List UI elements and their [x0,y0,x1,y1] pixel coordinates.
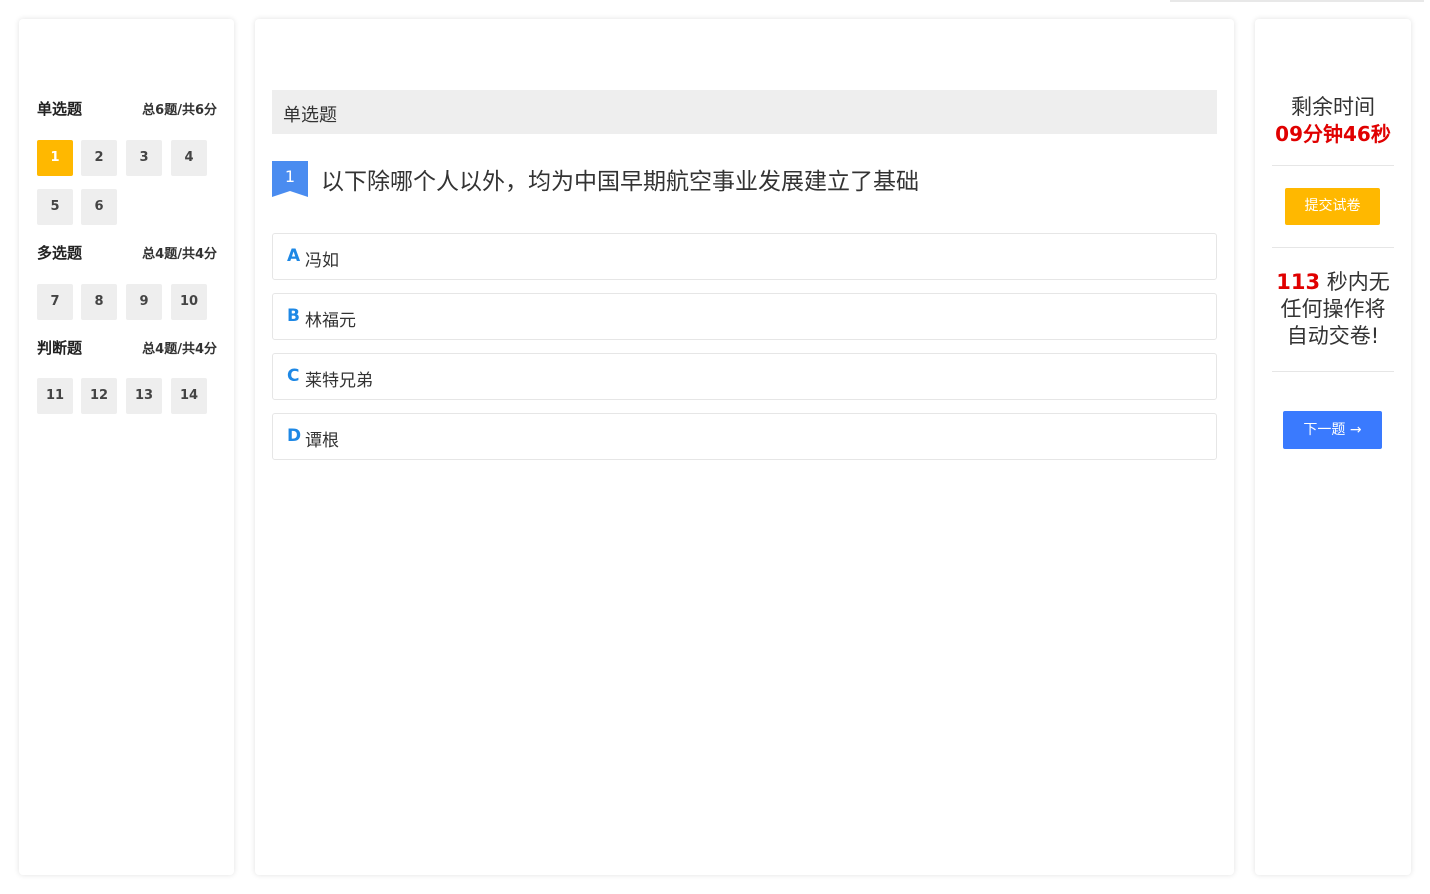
question-button-8[interactable]: 8 [81,284,117,320]
question-navigator: 单选题 总6题/共6分 1 2 3 4 5 6 多选题 总4题/共4分 7 8 … [19,19,234,875]
divider [1272,371,1394,372]
section-header-judge: 判断题 总4题/共4分 [37,337,217,359]
question-panel: 单选题 1 以下除哪个人以外，均为中国早期航空事业发展建立了基础 A 冯如 B … [255,19,1234,875]
question-type-bar: 单选题 [272,90,1217,134]
exam-sidebar: 剩余时间 09分钟46秒 提交试卷 113 秒内无任何操作将自动交卷! 下一题 … [1255,19,1411,875]
next-question-button[interactable]: 下一题 → [1283,411,1382,449]
question-button-3[interactable]: 3 [126,140,162,176]
option-text: 谭根 [305,431,339,451]
idle-seconds: 113 [1276,270,1321,294]
option-letter: C [287,366,300,386]
submit-exam-button[interactable]: 提交试卷 [1285,188,1380,225]
option-text: 冯如 [305,251,339,271]
question-button-4[interactable]: 4 [171,140,207,176]
section-title: 判断题 [37,339,83,357]
question-text: 以下除哪个人以外，均为中国早期航空事业发展建立了基础 [321,169,919,195]
divider [1272,247,1394,248]
section-title: 单选题 [37,100,83,118]
question-number-badge: 1 [272,161,308,197]
question-button-12[interactable]: 12 [81,378,117,414]
timer-value: 09分钟46秒 [1275,122,1391,146]
divider [1272,165,1394,166]
option-a[interactable]: A 冯如 [272,233,1217,280]
question-button-13[interactable]: 13 [126,378,162,414]
question-button-5[interactable]: 5 [37,189,73,225]
question-button-9[interactable]: 9 [126,284,162,320]
question-button-2[interactable]: 2 [81,140,117,176]
section-header-multi: 多选题 总4题/共4分 [37,242,217,264]
timer-label: 剩余时间 [1291,95,1375,119]
question-button-7[interactable]: 7 [37,284,73,320]
option-letter: A [287,246,301,266]
section-header-single: 单选题 总6题/共6分 [37,98,217,120]
section-count: 总4题/共4分 [142,342,217,357]
section-count: 总6题/共6分 [142,103,217,118]
option-b[interactable]: B 林福元 [272,293,1217,340]
option-text: 林福元 [305,311,356,331]
question-button-6[interactable]: 6 [81,189,117,225]
option-c[interactable]: C 莱特兄弟 [272,353,1217,400]
option-letter: D [287,426,302,446]
option-text: 莱特兄弟 [305,371,373,391]
option-letter: B [287,306,300,326]
question-button-10[interactable]: 10 [171,284,207,320]
question-button-11[interactable]: 11 [37,378,73,414]
question-button-1[interactable]: 1 [37,140,73,176]
option-d[interactable]: D 谭根 [272,413,1217,460]
idle-warning: 113 秒内无任何操作将自动交卷! [1275,269,1391,350]
question-type-label: 单选题 [283,105,337,126]
top-strip [1170,0,1424,2]
question-button-14[interactable]: 14 [171,378,207,414]
section-title: 多选题 [37,244,83,262]
section-count: 总4题/共4分 [142,247,217,262]
question-number: 1 [284,167,296,186]
